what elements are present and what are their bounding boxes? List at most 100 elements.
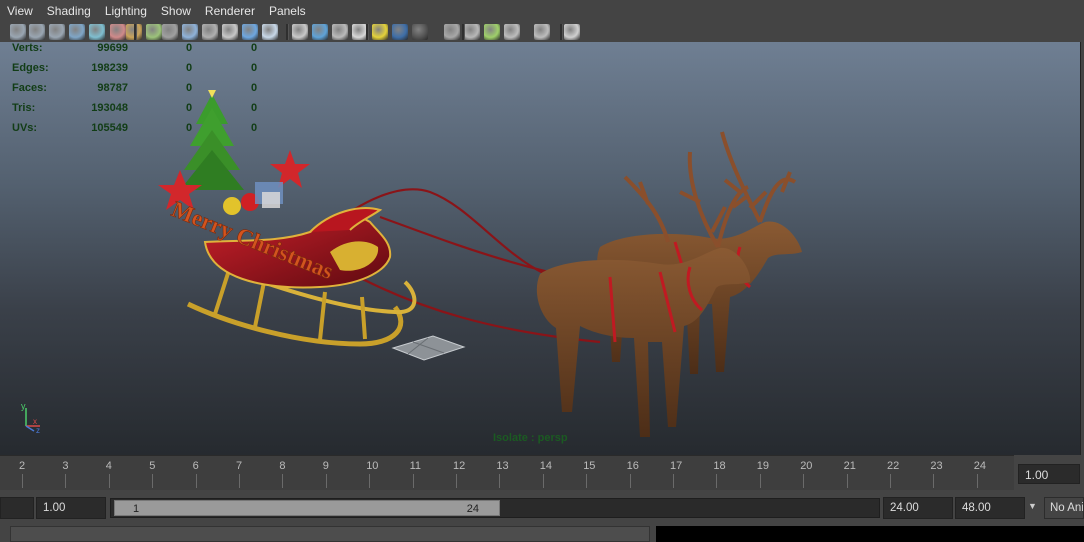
- range-slider[interactable]: 1 24: [110, 498, 880, 518]
- menu-renderer[interactable]: Renderer: [198, 0, 262, 22]
- range-slider-bar: 1.00 1 24 24.00 48.00 ▼ No Anim: [0, 493, 1084, 521]
- wireframe-icon[interactable]: [222, 24, 238, 40]
- motion-blur-icon[interactable]: [412, 24, 428, 40]
- menu-shading[interactable]: Shading: [40, 0, 98, 22]
- safe-action-icon[interactable]: [182, 24, 198, 40]
- time-slider[interactable]: 2 3 4 5 6 7 8 9 10 11 12 13 14 15 16 17 18 19 20 21 22 23 24 1…: [0, 455, 1084, 491]
- hud-highlighted: 0: [251, 122, 258, 134]
- menu-show[interactable]: Show: [154, 0, 198, 22]
- command-line-input[interactable]: [10, 526, 650, 542]
- time-ruler[interactable]: 2 3 4 5 6 7 8 9 10 11 12 13 14 15 16 17 18 19 20 21 22 23 24: [0, 455, 1014, 490]
- frame-tick-label: 10: [366, 460, 379, 472]
- smooth-shade-icon[interactable]: [242, 24, 258, 40]
- command-line-strip: [0, 521, 1084, 542]
- textured-icon[interactable]: [292, 24, 308, 40]
- frame-tick: [933, 474, 935, 488]
- frame-tick: [890, 474, 891, 488]
- playback-end-field[interactable]: 24.00: [883, 497, 953, 519]
- hud-total: 99699: [97, 42, 128, 54]
- hud-total: 98787: [97, 82, 128, 94]
- menu-lighting[interactable]: Lighting: [98, 0, 154, 22]
- field-chart-icon[interactable]: [162, 24, 178, 40]
- frame-tick: [65, 474, 67, 488]
- frame-tick: [673, 474, 674, 488]
- image-plane-icon[interactable]: [69, 24, 85, 40]
- frame-tick-label: 19: [756, 460, 770, 472]
- xray-icon[interactable]: [332, 24, 348, 40]
- frame-tick-label: 13: [496, 460, 509, 472]
- bookmark-icon[interactable]: [49, 24, 65, 40]
- camera-lock-icon[interactable]: [29, 24, 45, 40]
- menu-view[interactable]: View: [0, 0, 40, 22]
- frame-tick-label: 7: [236, 460, 243, 472]
- frame-tick: [22, 474, 23, 488]
- hud-selected: 0: [186, 42, 193, 54]
- hud-selected: 0: [186, 122, 193, 134]
- playback-start-field[interactable]: 1.00: [36, 497, 106, 519]
- frame-tick: [542, 474, 544, 488]
- animation-end-field[interactable]: 48.00: [955, 497, 1025, 519]
- frame-tick: [325, 474, 327, 488]
- axis-y-label: y: [21, 401, 26, 411]
- frame-tick: [499, 474, 501, 488]
- anti-aliasing-icon[interactable]: [444, 24, 460, 40]
- ambient-occlusion-icon[interactable]: [392, 24, 408, 40]
- frame-tick: [282, 474, 284, 488]
- hud-label: UVs:: [12, 122, 38, 134]
- frame-tick-label: 5: [149, 460, 156, 472]
- grid-icon[interactable]: [89, 24, 105, 40]
- ground-locator: [391, 335, 466, 361]
- xray-joints-icon[interactable]: [504, 24, 520, 40]
- film-gate-icon[interactable]: [110, 24, 126, 40]
- hud-selected: 0: [186, 102, 193, 114]
- toolbar-separator: [134, 24, 137, 40]
- anim-layer-dropdown[interactable]: No Anim: [1044, 497, 1084, 519]
- camera-select-icon[interactable]: [10, 24, 26, 40]
- frame-tick: [456, 474, 457, 488]
- toolbar-separator: [286, 24, 289, 40]
- use-lights-icon[interactable]: [312, 24, 328, 40]
- frame-tick: [369, 474, 371, 488]
- shadows-icon[interactable]: [372, 24, 388, 40]
- hud-total: 193048: [91, 102, 128, 114]
- frame-tick-label: 18: [713, 460, 726, 472]
- safe-title-icon[interactable]: [202, 24, 218, 40]
- panel-toolbar: [0, 22, 1084, 42]
- frame-tick-label: 9: [322, 460, 329, 472]
- chevron-down-icon[interactable]: ▼: [1028, 501, 1037, 511]
- depth-of-field-icon[interactable]: [464, 24, 480, 40]
- frame-tick-label: 23: [930, 460, 943, 472]
- range-slider-start: 1: [133, 503, 140, 515]
- frame-tick: [108, 474, 110, 488]
- wireframe-on-shaded-icon[interactable]: [262, 24, 278, 40]
- frame-tick: [759, 474, 761, 488]
- menu-panels[interactable]: Panels: [262, 0, 313, 22]
- isolate-label: Isolate : persp: [493, 432, 568, 444]
- perspective-viewport[interactable]: Merry Christmas Verts: 99699 0 0 Edges: 19823…: [0, 42, 1081, 455]
- frame-tick-label: 24: [973, 460, 987, 472]
- hud-total: 198239: [91, 62, 128, 74]
- component-share-icon[interactable]: [564, 24, 580, 40]
- frame-tick-label: 15: [583, 460, 596, 472]
- hud-label: Edges:: [12, 62, 49, 74]
- frame-tick: [846, 474, 848, 488]
- gate-mask-icon[interactable]: [146, 24, 162, 40]
- toolbar-separator: [560, 24, 563, 40]
- range-handle[interactable]: 1 24: [114, 500, 500, 516]
- frame-tick: [195, 474, 197, 488]
- range-slider-end: 24: [466, 503, 479, 515]
- command-result-field: [656, 526, 1084, 542]
- frame-tick-label: 4: [105, 460, 112, 472]
- frame-tick: [976, 474, 978, 488]
- range-start-time-field[interactable]: [0, 497, 34, 519]
- isolate-select-icon[interactable]: [484, 24, 500, 40]
- hud-highlighted: 0: [251, 42, 258, 54]
- hud-row: Faces: 98787 0 0: [12, 82, 272, 102]
- menu-bar: View Shading Lighting Show Renderer Panels: [0, 0, 1084, 22]
- frame-tick-label: 16: [626, 460, 639, 472]
- frame-tick-label: 17: [670, 460, 683, 472]
- axis-x-label: x: [33, 417, 37, 426]
- xray-active-icon[interactable]: [534, 24, 550, 40]
- current-frame-field[interactable]: 1.00: [1018, 464, 1080, 484]
- frame-tick: [239, 474, 240, 488]
